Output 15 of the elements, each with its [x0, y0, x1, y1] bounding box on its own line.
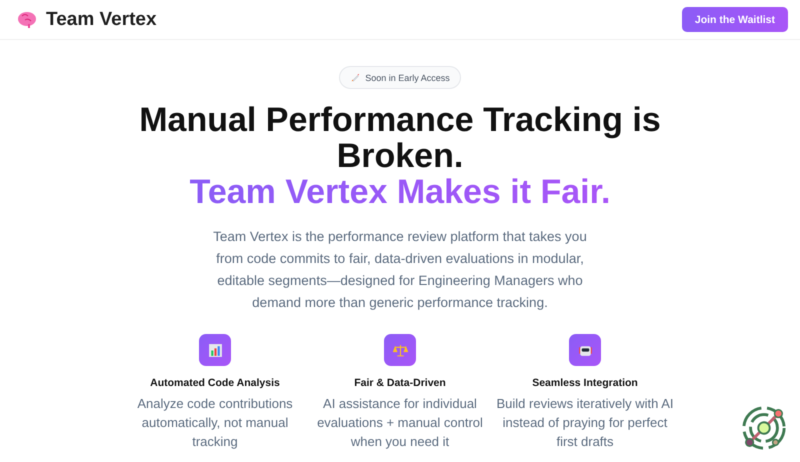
brain-icon: [17, 10, 37, 28]
balance-scale-icon: [392, 342, 408, 358]
feature-title: Automated Code Analysis: [150, 377, 280, 389]
headline: Manual Performance Tracking is Broken.: [138, 102, 662, 174]
feature-description: Build reviews iteratively with AI instead of praying for perfect first drafts: [495, 395, 674, 451]
description: Team Vertex is the performance review platform that takes you from code commits to fair, data-driven evaluations in modular, editable segments—designed for Engineering Managers who demand more than generic performance tracking.: [212, 228, 588, 312]
feature-description: AI assistance for individual evaluations + manual control when you need it: [316, 395, 484, 451]
feature-description: Analyze code contributions automatically, not manual tracking: [136, 395, 294, 451]
bar-chart-icon: [208, 342, 222, 358]
feature-title: Seamless Integration: [532, 377, 638, 389]
brand-name: Team Vertex: [46, 8, 157, 30]
waitlist-button[interactable]: Join the Waitlist: [682, 7, 788, 32]
orbit-widget-icon[interactable]: [740, 404, 788, 452]
feature-title: Fair & Data-Driven: [354, 377, 446, 389]
early-access-badge: Soon in Early Access: [339, 66, 461, 89]
